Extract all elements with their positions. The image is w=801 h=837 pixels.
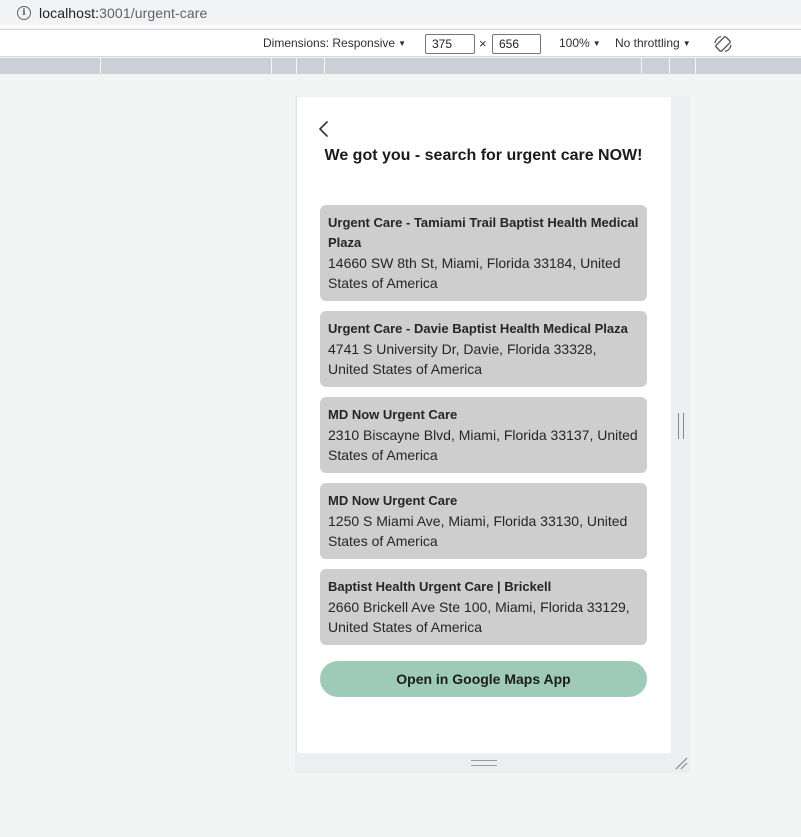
location-card[interactable]: MD Now Urgent Care 2310 Biscayne Blvd, M…: [320, 397, 647, 473]
zoom-label: 100%: [559, 36, 590, 50]
ruler-tick: [324, 58, 325, 74]
omnibox[interactable]: i localhost:3001/urgent-care: [0, 0, 801, 25]
ruler-tick: [669, 58, 670, 74]
dimensions-label: Dimensions: Responsive: [263, 36, 396, 50]
caret-down-icon: ▼: [398, 38, 406, 48]
location-card[interactable]: Urgent Care - Davie Baptist Health Medic…: [320, 311, 647, 387]
ruler-tick: [641, 58, 642, 74]
urgent-care-list: Urgent Care - Tamiami Trail Baptist Heal…: [320, 205, 647, 655]
location-card[interactable]: MD Now Urgent Care 1250 S Miami Ave, Mia…: [320, 483, 647, 559]
throttling-label: No throttling: [615, 36, 680, 50]
url-text[interactable]: localhost:3001/urgent-care: [39, 5, 207, 21]
resize-handle-right[interactable]: [678, 413, 684, 439]
location-card[interactable]: Urgent Care - Tamiami Trail Baptist Heal…: [320, 205, 647, 301]
chevron-left-icon[interactable]: [317, 120, 331, 138]
caret-down-icon: ▼: [592, 38, 601, 48]
url-path: 3001/urgent-care: [99, 4, 208, 21]
ruler-tick: [695, 58, 696, 74]
caret-down-icon: ▼: [682, 38, 691, 48]
page-title: We got you - search for urgent care NOW!: [324, 147, 643, 164]
location-name: Baptist Health Urgent Care | Brickell: [328, 579, 552, 594]
location-address: 4741 S University Dr, Davie, Florida 333…: [328, 341, 597, 377]
resize-corner-icon[interactable]: [674, 756, 688, 770]
width-input[interactable]: [425, 34, 475, 54]
times-sign: ×: [479, 36, 487, 51]
location-address: 2310 Biscayne Blvd, Miami, Florida 33137…: [328, 427, 638, 463]
device-toolbar: Dimensions: Responsive ▼ × 100% ▼ No thr…: [0, 29, 801, 57]
resize-handle-bottom[interactable]: [471, 760, 497, 766]
browser-url-bar: i localhost:3001/urgent-care: [0, 0, 801, 28]
location-address: 1250 S Miami Ave, Miami, Florida 33130, …: [328, 513, 628, 549]
location-address: 2660 Brickell Ave Ste 100, Miami, Florid…: [328, 599, 630, 635]
throttling-dropdown[interactable]: No throttling ▼: [615, 36, 691, 50]
location-name: Urgent Care - Davie Baptist Health Medic…: [328, 321, 628, 336]
info-icon[interactable]: i: [17, 5, 31, 20]
zoom-dropdown[interactable]: 100% ▼: [559, 36, 601, 50]
location-name: MD Now Urgent Care: [328, 493, 458, 508]
ruler-tick: [100, 58, 101, 74]
url-host: localhost:: [39, 4, 100, 21]
media-query-ruler[interactable]: [0, 58, 801, 74]
height-input[interactable]: [492, 34, 541, 54]
open-google-maps-button[interactable]: Open in Google Maps App: [320, 661, 647, 697]
location-name: MD Now Urgent Care: [328, 407, 458, 422]
rotate-icon[interactable]: [713, 35, 733, 53]
location-card[interactable]: Baptist Health Urgent Care | Brickell 26…: [320, 569, 647, 645]
ruler-tick: [296, 58, 297, 74]
ruler-tick: [271, 58, 272, 74]
location-address: 14660 SW 8th St, Miami, Florida 33184, U…: [328, 255, 621, 291]
dimensions-dropdown[interactable]: Dimensions: Responsive ▼: [263, 36, 406, 50]
location-name: Urgent Care - Tamiami Trail Baptist Heal…: [328, 215, 639, 250]
